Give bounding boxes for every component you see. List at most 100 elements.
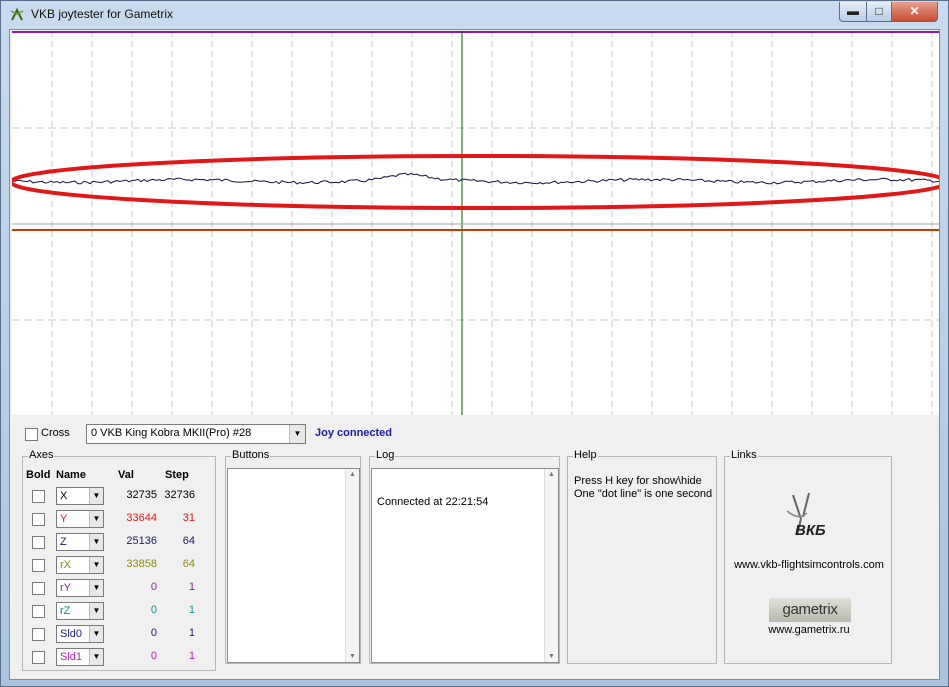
wave-trace [12,172,939,185]
axis-row: rZ ▼ 0 1 [23,602,217,622]
bold-checkbox[interactable] [32,582,45,595]
axis-name: rZ [60,605,71,617]
window-title: VKB joytester for Gametrix [31,7,174,21]
buttons-list[interactable]: ▲ ▼ [227,468,360,663]
axis-value: 0 [150,604,157,616]
gametrix-link[interactable]: www.gametrix.ru [725,624,893,636]
axis-name-select[interactable]: Z ▼ [56,533,104,551]
axis-step: 64 [182,558,195,570]
help-line: One "dot line" is one second [574,488,713,500]
chevron-down-icon[interactable]: ▼ [89,603,103,619]
chevron-down-icon[interactable]: ▼ [89,534,103,550]
minimize-icon: ▬ [847,4,859,18]
axis-name: rY [60,582,71,594]
axis-step: 32736 [164,489,195,501]
scroll-down-icon[interactable]: ▼ [545,653,558,660]
scroll-up-icon[interactable]: ▲ [545,471,558,478]
chevron-down-icon[interactable]: ▼ [89,626,103,642]
maximize-icon: □ [875,4,883,18]
close-button[interactable]: ✕ [891,2,938,22]
vkb-logo-text: ВКБ [795,522,826,539]
axis-name: Sld1 [60,651,83,663]
chevron-down-icon[interactable]: ▼ [89,580,103,596]
axis-name-select[interactable]: Sld0 ▼ [56,625,104,643]
chevron-down-icon[interactable]: ▼ [289,425,305,443]
bold-checkbox[interactable] [32,490,45,503]
cross-label: Cross [41,427,70,439]
chevron-down-icon[interactable]: ▼ [89,649,103,665]
cross-checkbox[interactable] [25,428,38,441]
gametrix-logo[interactable]: gametrix [769,598,851,622]
log-scrollbar[interactable]: ▲ ▼ [544,469,558,662]
axis-name-select[interactable]: rY ▼ [56,579,104,597]
axis-value: 25136 [126,535,157,547]
log-entry: Connected at 22:21:54 [377,496,489,508]
client-area: Cross 0 VKB King Kobra MKII(Pro) #28 ▼ J… [9,29,940,680]
axis-value: 0 [150,581,157,593]
links-group: Links ВКБ www.vkb-flightsimcontrols.com … [724,449,893,664]
vkb-link[interactable]: www.vkb-flightsimcontrols.com [725,559,893,571]
axis-step: 64 [182,535,195,547]
bold-checkbox[interactable] [32,605,45,618]
title-bar[interactable]: VKB joytester for Gametrix ▬ □ ✕ [1,1,948,27]
log-group: Log Connected at 22:21:54 ▲ ▼ [369,449,560,664]
axis-name: Z [60,536,67,548]
buttons-scrollbar[interactable]: ▲ ▼ [345,469,359,662]
scroll-up-icon[interactable]: ▲ [346,471,359,478]
axis-name-select[interactable]: Sld1 ▼ [56,648,104,666]
joystick-select-value: 0 VKB King Kobra MKII(Pro) #28 [91,427,252,439]
axis-value: 0 [150,650,157,662]
app-icon [10,7,24,21]
help-group: Help Press H key for show\hide One "dot … [567,449,717,664]
axis-name: rX [60,559,71,571]
help-group-title: Help [573,449,598,461]
axis-row: X ▼ 32735 32736 [23,487,217,507]
minimize-button[interactable]: ▬ [839,2,867,22]
graph-grid [12,31,939,415]
axis-name-select[interactable]: rZ ▼ [56,602,104,620]
connection-status: Joy connected [315,427,393,439]
bold-checkbox[interactable] [32,536,45,549]
chevron-down-icon[interactable]: ▼ [89,488,103,504]
gametrix-logo-text: gametrix [782,601,838,618]
maximize-button[interactable]: □ [866,2,892,22]
log-list[interactable]: Connected at 22:21:54 ▲ ▼ [371,468,559,663]
axis-value: 0 [150,627,157,639]
axis-step: 1 [188,627,195,639]
axis-name-select[interactable]: X ▼ [56,487,104,505]
buttons-group-title: Buttons [231,449,271,461]
axis-step: 1 [188,604,195,616]
bold-column-header: Bold [26,469,51,481]
axis-name: Sld0 [60,628,83,640]
bold-checkbox[interactable] [32,651,45,664]
axes-group: Axes Bold Name Val Step X ▼ 32735 32736 Y ▼ 33… [22,449,217,671]
bold-checkbox[interactable] [32,513,45,526]
axis-name-select[interactable]: rX ▼ [56,556,104,574]
name-column-header: Name [56,469,86,481]
chevron-down-icon[interactable]: ▼ [89,557,103,573]
axis-value: 32735 [126,489,157,501]
bold-checkbox[interactable] [32,628,45,641]
val-column-header: Val [118,469,134,481]
axis-graph [12,31,939,415]
highlight-ellipse [12,154,939,210]
scroll-down-icon[interactable]: ▼ [346,653,359,660]
bold-checkbox[interactable] [32,559,45,572]
axis-step: 1 [188,581,195,593]
buttons-group: Buttons ▲ ▼ [225,449,361,664]
links-group-title: Links [730,449,758,461]
chevron-down-icon[interactable]: ▼ [89,511,103,527]
vkb-logo[interactable]: ВКБ [779,491,839,543]
log-group-title: Log [375,449,396,461]
step-column-header: Step [165,469,189,481]
close-icon: ✕ [909,4,920,18]
help-text: Press H key for show\hide One "dot line"… [574,475,712,501]
joystick-select[interactable]: 0 VKB King Kobra MKII(Pro) #28 ▼ [86,424,306,444]
axis-name-select[interactable]: Y ▼ [56,510,104,528]
axis-name: X [60,490,68,502]
axis-step: 1 [188,650,195,662]
axis-row: Z ▼ 25136 64 [23,533,217,553]
graph-canvas [12,31,939,415]
axis-row: Y ▼ 33644 31 [23,510,217,530]
app-window: VKB joytester for Gametrix ▬ □ ✕ Cross 0… [0,0,949,687]
